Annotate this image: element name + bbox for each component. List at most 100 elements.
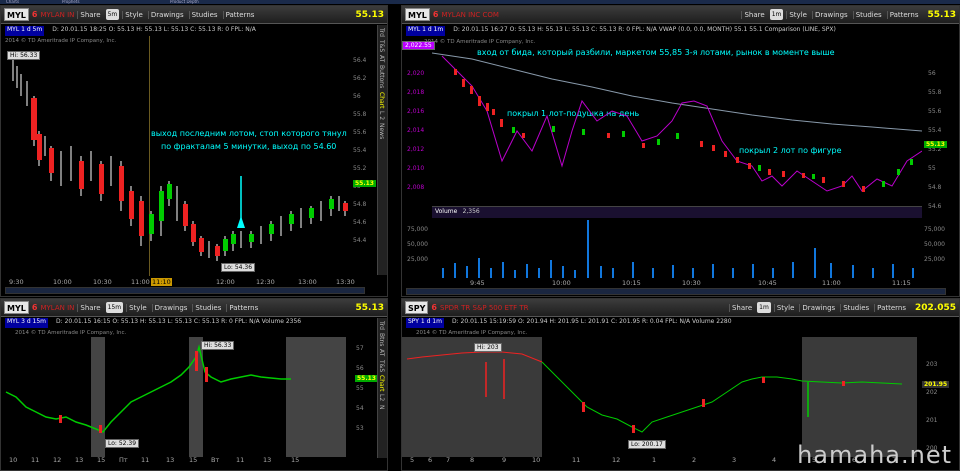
x-tick: 10 bbox=[9, 456, 18, 464]
hi-label: Hi: 203 bbox=[474, 343, 502, 352]
share-button[interactable]: Share bbox=[741, 10, 766, 19]
x-tick-highlight: 11:10 bbox=[151, 278, 172, 286]
style-button[interactable]: Style bbox=[773, 303, 797, 312]
x-tick: 11:00 bbox=[822, 279, 841, 287]
aggregation-button[interactable]: 1m bbox=[757, 302, 771, 313]
side-tab-l2[interactable]: L 2 bbox=[378, 111, 385, 120]
side-tab-at[interactable]: AT bbox=[378, 55, 385, 62]
x-tick: 7 bbox=[446, 456, 451, 464]
vol-tick: 75,000 bbox=[407, 226, 428, 233]
link-icon[interactable]: 6 bbox=[431, 303, 437, 312]
side-tab-buttons[interactable]: Buttons bbox=[378, 65, 385, 88]
share-button[interactable]: Share bbox=[728, 303, 754, 312]
drawings-button[interactable]: Drawings bbox=[799, 303, 837, 312]
side-tab-ts[interactable]: T&S bbox=[378, 360, 385, 372]
studies-button[interactable]: Studies bbox=[188, 10, 220, 19]
x-tick: 10:00 bbox=[53, 278, 72, 286]
x-tick: 15 bbox=[189, 456, 198, 464]
share-button[interactable]: Share bbox=[77, 303, 102, 312]
watermark: hamaha.net bbox=[797, 441, 952, 469]
style-button[interactable]: Style bbox=[126, 303, 149, 312]
time-scrollbar[interactable] bbox=[406, 288, 946, 295]
x-tick: 12 bbox=[53, 456, 62, 464]
symbol-box[interactable]: MYL bbox=[405, 8, 430, 21]
quote-values: D: 20.01.15 16:27 O: 55.13 H: 55.13 L: 5… bbox=[453, 26, 836, 33]
x-tick: 12 bbox=[612, 456, 621, 464]
quote-bar: MYL 3 d 15m D: 20.01.15 16:15 O: 55.13 H… bbox=[1, 318, 387, 328]
side-tabs: Trd T&S AT Buttons Chart L 2 News bbox=[377, 25, 387, 275]
studies-button[interactable]: Studies bbox=[840, 303, 871, 312]
x-tick: 11 bbox=[31, 456, 40, 464]
link-icon[interactable]: 6 bbox=[433, 10, 439, 19]
side-tab-chart[interactable]: Chart bbox=[378, 92, 385, 109]
drawings-button[interactable]: Drawings bbox=[147, 10, 186, 19]
symbol-box[interactable]: MYL bbox=[4, 8, 29, 21]
top-tab-charts[interactable]: Charts bbox=[6, 0, 19, 4]
price-axis: 57 56 55 54 53 bbox=[356, 339, 364, 439]
y-tick: 56.2 bbox=[353, 75, 367, 82]
side-tab-ts[interactable]: T&S bbox=[378, 40, 385, 52]
x-tick: 10:30 bbox=[93, 278, 112, 286]
side-tab-chart[interactable]: Chart bbox=[378, 375, 385, 392]
share-button[interactable]: Share bbox=[77, 10, 102, 19]
lo-label: Lo: 200.17 bbox=[628, 440, 666, 449]
side-tab-news[interactable]: N bbox=[378, 405, 385, 410]
side-tab-buttons[interactable]: Btns bbox=[378, 333, 385, 346]
y-tick: 203 bbox=[926, 361, 938, 368]
style-button[interactable]: Style bbox=[122, 10, 145, 19]
patterns-button[interactable]: Patterns bbox=[226, 303, 260, 312]
side-tab-l2[interactable]: L2 bbox=[378, 394, 385, 401]
x-tick: 5 bbox=[410, 456, 415, 464]
patterns-button[interactable]: Patterns bbox=[874, 303, 908, 312]
x-tick: 6 bbox=[428, 456, 433, 464]
drawings-button[interactable]: Drawings bbox=[811, 10, 850, 19]
x-tick: 1 bbox=[652, 456, 657, 464]
lo-label: Lo: 54.36 bbox=[221, 263, 256, 272]
aggregation-button[interactable]: 5m bbox=[105, 9, 120, 20]
y-tick: 201 bbox=[926, 417, 938, 424]
patterns-button[interactable]: Patterns bbox=[886, 10, 921, 19]
last-price: 55.13 bbox=[927, 9, 956, 20]
aggregation-button[interactable]: 15m bbox=[105, 302, 124, 313]
panel-myl-15m: MYL 6 MYLAN IN Share 15m Style Drawings … bbox=[0, 298, 388, 471]
symbol-description: MYLAN IN bbox=[40, 10, 75, 19]
symbol-box[interactable]: SPY bbox=[405, 301, 429, 314]
link-icon[interactable]: 6 bbox=[32, 10, 38, 19]
x-tick: 10:00 bbox=[552, 279, 571, 287]
side-tab-trd[interactable]: Trd bbox=[378, 321, 385, 330]
style-button[interactable]: Style bbox=[786, 10, 809, 19]
vol-tick: 75,000 bbox=[924, 226, 945, 233]
studies-button[interactable]: Studies bbox=[192, 303, 223, 312]
annotation-line-2: по фракталам 5 минутки, выход по 54.60 bbox=[161, 142, 337, 151]
x-tick: 9:30 bbox=[9, 278, 24, 286]
y-tick: 2,018 bbox=[407, 89, 425, 96]
link-icon[interactable]: 6 bbox=[32, 303, 38, 312]
aggregation-button[interactable]: 1m bbox=[769, 9, 784, 20]
top-tab-product-depth[interactable]: Product Depth bbox=[170, 0, 199, 4]
time-axis: 9:30 10:00 10:30 11:00 11:10 12:00 12:30… bbox=[1, 278, 355, 286]
current-price-tag: 55.13 bbox=[924, 141, 947, 148]
quote-bar: MYL 1 d 5m D: 20.01.15 18:25 O: 55.13 H:… bbox=[1, 26, 387, 36]
vol-tick: 50,000 bbox=[407, 241, 428, 248]
side-tab-at[interactable]: AT bbox=[378, 349, 385, 356]
y-tick: 56 bbox=[353, 93, 361, 100]
y-tick: 55.8 bbox=[353, 111, 367, 118]
y-tick: 54 bbox=[356, 405, 364, 412]
time-scrollbar[interactable] bbox=[5, 287, 365, 294]
drawings-button[interactable]: Drawings bbox=[151, 303, 190, 312]
patterns-button[interactable]: Patterns bbox=[222, 10, 257, 19]
side-tab-news[interactable]: News bbox=[378, 123, 385, 139]
studies-button[interactable]: Studies bbox=[852, 10, 884, 19]
hi-label: Hi: 56.33 bbox=[7, 51, 41, 60]
x-tick: 2 bbox=[692, 456, 697, 464]
symbol-box[interactable]: MYL bbox=[4, 301, 29, 314]
top-tab-prophets[interactable]: Prophets bbox=[62, 0, 80, 4]
y-tick: 2,012 bbox=[407, 146, 425, 153]
symbol-description: MYLAN INC COM bbox=[441, 10, 499, 19]
side-tab-trd[interactable]: Trd bbox=[378, 28, 385, 37]
chart-label: MYL 3 d 15m bbox=[5, 318, 49, 328]
x-tick: Пт bbox=[119, 456, 128, 464]
x-tick: 12:00 bbox=[216, 278, 235, 286]
y-tick: 55.4 bbox=[353, 147, 367, 154]
x-tick: 10:30 bbox=[682, 279, 701, 287]
